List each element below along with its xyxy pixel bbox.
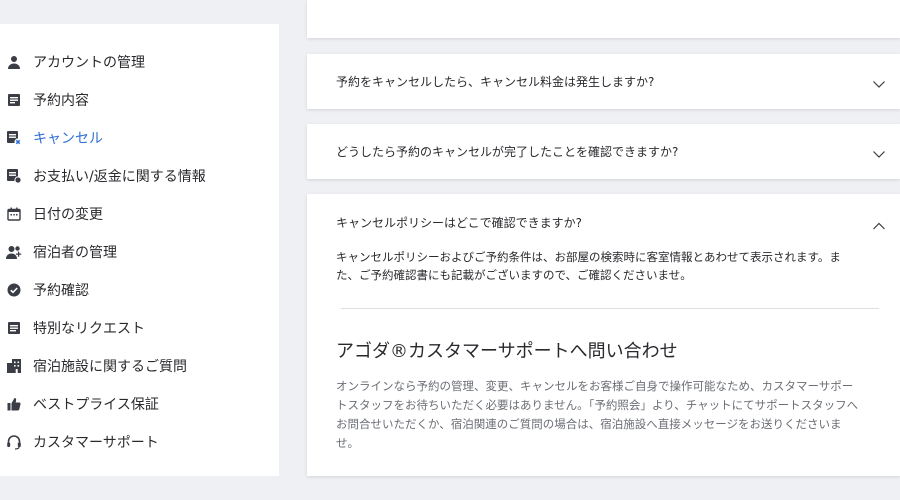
- support-description-line: オンラインなら予約の管理、変更、キャンセルをお客様ご自身で操作可能なため、カスタ…: [336, 379, 854, 393]
- sidebar-item-account[interactable]: アカウントの管理: [0, 43, 279, 81]
- sidebar-item-label: アカウントの管理: [33, 55, 145, 71]
- sidebar-item-label: お支払い/返金に関する情報: [33, 169, 206, 185]
- sidebar: アカウントの管理 予約内容 キャンセル お支払い/返金に関する情報 日付の変更 …: [0, 24, 279, 476]
- support-description-line: トスタッフをお待ちいただく必要はありません。「予約照会」より、チャットにてサポー…: [336, 398, 859, 412]
- sidebar-item-best-price[interactable]: ベストプライス保証: [0, 385, 279, 423]
- sidebar-item-label: ベストプライス保証: [33, 397, 159, 413]
- faq-item-cancel-confirmation[interactable]: どうしたら予約のキャンセルが完了したことを確認できますか?: [307, 124, 900, 179]
- building-icon: [6, 358, 22, 374]
- faq-item-cancel-policy: キャンセルポリシーはどこで確認できますか? キャンセルポリシーおよびご予約条件は…: [307, 194, 900, 476]
- faq-question: どうしたら予約のキャンセルが完了したことを確認できますか?: [336, 145, 679, 159]
- sidebar-item-label: 特別なリクエスト: [33, 321, 145, 337]
- sidebar-item-label: 宿泊者の管理: [33, 245, 117, 261]
- chevron-down-icon[interactable]: [872, 76, 886, 90]
- sidebar-item-payment-refund[interactable]: お支払い/返金に関する情報: [0, 157, 279, 195]
- thumbs-up-icon: [6, 396, 22, 412]
- support-description: オンラインなら予約の管理、変更、キャンセルをお客様ご自身で操作可能なため、カスタ…: [336, 377, 884, 453]
- sidebar-item-guests[interactable]: 宿泊者の管理: [0, 233, 279, 271]
- support-description-line: せ。: [336, 436, 359, 450]
- sidebar-item-booking-confirmation[interactable]: 予約確認: [0, 271, 279, 309]
- sidebar-item-change-dates[interactable]: 日付の変更: [0, 195, 279, 233]
- sidebar-item-label: 日付の変更: [33, 207, 103, 223]
- cancel-document-icon: [6, 130, 22, 146]
- guests-icon: [6, 244, 22, 260]
- sidebar-item-label: 予約内容: [33, 93, 89, 109]
- faq-answer-line: た、ご予約確認書にも記載がございますので、ご確認くださいませ。: [336, 268, 692, 282]
- person-icon: [6, 54, 22, 70]
- list-icon: [6, 320, 22, 336]
- sidebar-item-label: 宿泊施設に関するご質問: [33, 359, 187, 375]
- support-title: アゴダ®カスタマーサポートへ問い合わせ: [336, 341, 678, 362]
- chevron-up-icon[interactable]: [872, 218, 886, 232]
- faq-card-previous: [307, 0, 900, 38]
- sidebar-item-booking-details[interactable]: 予約内容: [0, 81, 279, 119]
- sidebar-item-cancel[interactable]: キャンセル: [0, 119, 279, 157]
- sidebar-item-label: キャンセル: [33, 131, 103, 147]
- headset-icon: [6, 434, 22, 450]
- sidebar-item-label: 予約確認: [33, 283, 89, 299]
- faq-answer: キャンセルポリシーおよびご予約条件は、お部屋の検索時に客室情報とあわせて表示され…: [336, 248, 871, 284]
- faq-question: 予約をキャンセルしたら、キャンセル料金は発生しますか?: [336, 75, 655, 89]
- calendar-icon: [6, 206, 22, 222]
- payment-document-icon: [6, 168, 22, 184]
- check-circle-icon: [6, 282, 22, 298]
- faq-question[interactable]: キャンセルポリシーはどこで確認できますか?: [336, 214, 582, 231]
- document-icon: [6, 92, 22, 108]
- faq-answer-line: キャンセルポリシーおよびご予約条件は、お部屋の検索時に客室情報とあわせて表示され…: [336, 250, 841, 264]
- sidebar-item-customer-support[interactable]: カスタマーサポート: [0, 423, 279, 461]
- sidebar-item-label: カスタマーサポート: [33, 435, 159, 451]
- support-description-line: お問合せいただくか、宿泊関連のご質問の場合は、宿泊施設へ直接メッセージをお送りく…: [336, 417, 842, 431]
- sidebar-item-property-questions[interactable]: 宿泊施設に関するご質問: [0, 347, 279, 385]
- sidebar-item-special-requests[interactable]: 特別なリクエスト: [0, 309, 279, 347]
- bottom-band: [0, 476, 900, 500]
- faq-item-cancel-fee[interactable]: 予約をキャンセルしたら、キャンセル料金は発生しますか?: [307, 54, 900, 109]
- divider: [341, 308, 879, 309]
- chevron-down-icon[interactable]: [872, 146, 886, 160]
